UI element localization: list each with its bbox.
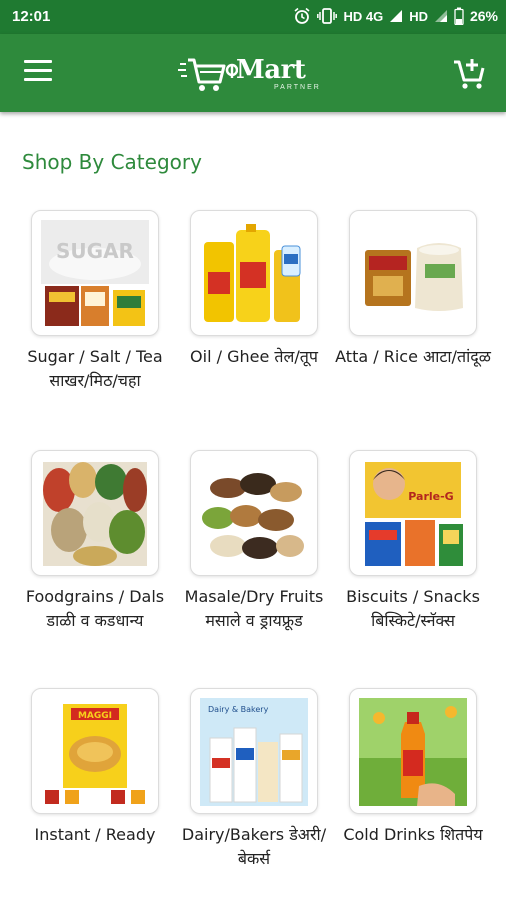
category-label: Foodgrains / Dals डाळी व कडधान्य: [25, 587, 165, 630]
category-label: Instant / Ready: [34, 825, 156, 844]
sugar-salt-tea-image: SUGAR: [41, 220, 149, 326]
category-label: Masale/Dry Fruits मसाले व ड्रायफ्रूड: [184, 587, 324, 630]
network-label-2: HD: [409, 8, 428, 24]
category-item[interactable]: Dairy & Bakery Dairy/Bakers डेअरी/बेकर्स: [174, 688, 334, 871]
category-card[interactable]: MAGGI: [31, 688, 159, 814]
category-item[interactable]: Oil / Ghee तेल/तूप: [174, 210, 334, 369]
category-card[interactable]: Dairy & Bakery: [190, 688, 318, 814]
app-logo: Mart PARTNER: [178, 50, 328, 98]
category-label: Atta / Rice आटा/तांदूळ: [335, 347, 491, 366]
category-card[interactable]: [349, 688, 477, 814]
network-label-1: HD 4G: [343, 8, 384, 24]
category-item[interactable]: Parle-G Biscuits / Snacks बिस्किटे/स्नॅक…: [333, 450, 493, 633]
cold-drinks-image: [359, 698, 467, 806]
signal-icon: [389, 9, 403, 23]
category-item[interactable]: Cold Drinks शितपेय: [333, 688, 493, 847]
foodgrains-dals-image: [41, 460, 149, 568]
instant-ready-image: MAGGI: [41, 698, 149, 806]
category-label: Dairy/Bakers डेअरी/बेकर्स: [181, 825, 327, 868]
maggi-image-text: MAGGI: [78, 711, 112, 721]
atta-rice-image: [359, 220, 467, 328]
oil-ghee-image: [200, 220, 308, 328]
menu-button[interactable]: [24, 60, 54, 86]
category-item[interactable]: Foodgrains / Dals डाळी व कडधान्य: [15, 450, 175, 633]
alarm-icon: [293, 7, 311, 25]
section-title: Shop By Category: [22, 150, 202, 174]
masale-dry-fruits-image: [200, 460, 308, 568]
category-card[interactable]: Parle-G: [349, 450, 477, 576]
dairy-image-text: Dairy & Bakery: [208, 705, 269, 714]
cart-button[interactable]: [452, 56, 486, 90]
status-time: 12:01: [12, 8, 51, 25]
category-label: Cold Drinks शितपेय: [343, 825, 483, 844]
logo-cart-icon: [178, 58, 239, 91]
category-item[interactable]: Masale/Dry Fruits मसाले व ड्रायफ्रूड: [174, 450, 334, 633]
category-item[interactable]: SUGAR Sugar / Salt / Tea साखर/मिठ/चहा: [15, 210, 175, 393]
status-bar: 12:01 HD 4G HD 26%: [0, 0, 506, 34]
battery-percent: 26%: [469, 8, 498, 24]
category-card[interactable]: [190, 450, 318, 576]
battery-icon: [454, 7, 464, 25]
category-card[interactable]: SUGAR: [31, 210, 159, 336]
category-card[interactable]: [31, 450, 159, 576]
menu-icon: [24, 60, 52, 63]
logo-text: Mart: [236, 55, 306, 85]
sugar-image-text: SUGAR: [56, 239, 134, 263]
logo-subtext: PARTNER: [274, 84, 321, 91]
category-item[interactable]: Atta / Rice आटा/तांदूळ: [333, 210, 493, 369]
category-item[interactable]: MAGGI Instant / Ready: [15, 688, 175, 847]
add-to-cart-icon: [454, 59, 485, 89]
category-label: Oil / Ghee तेल/तूप: [190, 347, 318, 366]
app-bar: Mart PARTNER: [0, 34, 506, 112]
category-card[interactable]: [190, 210, 318, 336]
dairy-bakery-image: Dairy & Bakery: [200, 698, 308, 806]
category-card[interactable]: [349, 210, 477, 336]
biscuits-snacks-image: Parle-G: [359, 460, 467, 568]
signal-icon-2: [434, 9, 448, 23]
category-label: Biscuits / Snacks बिस्किटे/स्नॅक्स: [346, 587, 480, 630]
status-icons: HD 4G HD 26%: [293, 7, 498, 25]
parle-image-text: Parle-G: [408, 490, 453, 503]
category-label: Sugar / Salt / Tea साखर/मिठ/चहा: [27, 347, 163, 390]
vibrate-icon: [317, 7, 338, 25]
